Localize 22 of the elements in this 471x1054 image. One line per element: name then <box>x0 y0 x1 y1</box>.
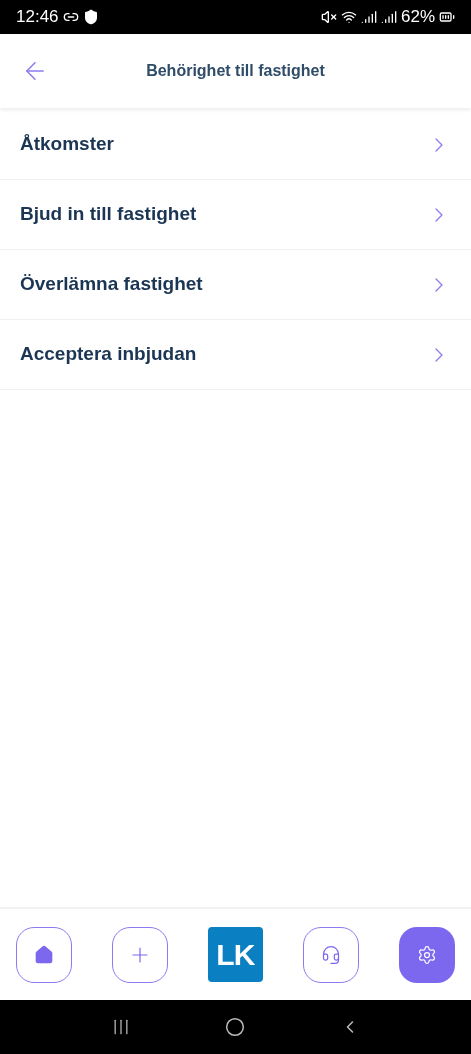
nav-button[interactable] <box>303 926 359 983</box>
menu-item[interactable]: Acceptera inbjudan <box>0 320 471 390</box>
nav-button[interactable] <box>399 926 455 983</box>
wifi-icon <box>340 9 357 25</box>
logo-button[interactable]: LK <box>208 927 263 982</box>
battery-percent: 62% <box>400 6 435 29</box>
page-title: Behörighet till fastighet <box>145 61 326 81</box>
signal-icon <box>380 9 397 25</box>
shield-icon <box>82 9 99 25</box>
battery-icon <box>439 9 455 25</box>
home-icon <box>34 944 54 965</box>
nav-button[interactable] <box>112 926 168 983</box>
menu-item[interactable]: Överlämna fastighet <box>0 250 471 320</box>
menu-item[interactable]: Bjud in till fastighet <box>0 180 471 250</box>
status-time: 12:46 <box>16 6 59 29</box>
menu-item[interactable]: Åtkomster <box>0 110 471 180</box>
signal-icon <box>360 9 377 25</box>
headset-icon <box>321 944 341 965</box>
home-gesture-icon[interactable] <box>225 1017 246 1037</box>
nav-button[interactable] <box>16 926 72 983</box>
settings-icon <box>417 944 437 965</box>
mute-icon <box>320 9 337 25</box>
